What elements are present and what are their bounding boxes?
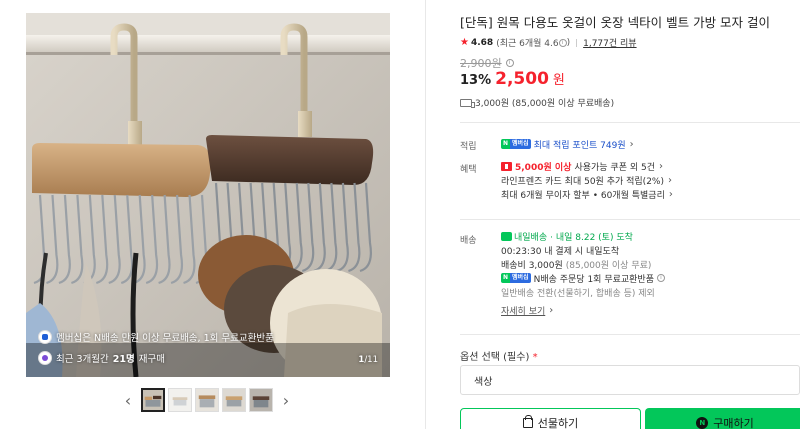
repurchase-suffix: 재구매 (138, 354, 165, 365)
shipping-fee-summary: 3,000원 (85,000원 이상 무료배송) (475, 99, 615, 109)
points-text: 최대 적립 포인트 749원 (533, 140, 626, 151)
repurchase-icon (38, 351, 52, 365)
points-content[interactable]: N 멤버십 최대 적립 포인트 749원 › (501, 137, 634, 151)
membership-promo: 멤버십은 N배송 만원 이상 무료배송, 1회 무료교환반품 (38, 329, 274, 345)
benefits-label: 혜택 (460, 165, 477, 175)
npay-badge-membership: 멤버십 (510, 139, 531, 149)
required-mark: * (532, 352, 538, 363)
discount-rate: 13% (460, 73, 492, 88)
coupon-amount: 5,000원 이상 (515, 162, 572, 173)
delivery-details-text: 자세히 보기 (501, 306, 546, 317)
npay-badge-n: N (501, 139, 511, 149)
thumbnail-4-image (223, 389, 245, 411)
price-info-icon[interactable]: i (505, 59, 514, 67)
npay-icon: N (696, 417, 709, 429)
benefits-content: 5,000원 이상 사용가능 쿠폰 외 5건 › 라인프렌즈 카드 최대 50원… (501, 159, 673, 201)
shipping-row: 3,000원 (85,000원 이상 무료배송) (460, 96, 614, 109)
rating-score: 4.68 (470, 37, 494, 48)
thumbnail-2[interactable] (168, 388, 192, 412)
delivery-content: 내일배송 · 내일 8.22 (토) 도착 00:23:30 내 결제 시 내일… (501, 229, 665, 317)
color-option-select[interactable]: 색상 (460, 365, 800, 395)
chevron-right-icon: › (659, 160, 664, 172)
repurchase-promo: 최근 3개월간 21명 재구매 (38, 350, 165, 366)
product-main-image[interactable]: 멤버십은 N배송 만원 이상 무료배송, 1회 무료교환반품 최근 3개월간 2… (26, 13, 390, 377)
coupon-line[interactable]: 5,000원 이상 사용가능 쿠폰 외 5건 › (501, 159, 673, 173)
option-label-text: 옵션 선택 (필수) (460, 352, 530, 363)
coupon-icon (501, 161, 512, 171)
chevron-right-icon: › (549, 304, 554, 316)
column-divider (425, 0, 426, 429)
chevron-right-icon: › (629, 138, 634, 150)
divider-1 (460, 122, 800, 123)
points-label: 적립 (460, 142, 477, 152)
divider-3 (460, 334, 800, 335)
npay-badge-membership: 멤버십 (510, 273, 531, 283)
chevron-right-icon: › (667, 174, 672, 186)
buy-button-label: 구매하기 (713, 417, 754, 429)
repurchase-prefix: 최근 3개월간 (56, 354, 109, 365)
npay-membership-badge: N 멤버십 (501, 139, 531, 149)
coupon-text: 사용가능 쿠폰 외 5건 (574, 162, 656, 173)
membership-icon (38, 330, 52, 344)
buy-button[interactable]: N 구매하기 (645, 408, 800, 429)
gift-button[interactable]: 선물하기 (460, 408, 641, 429)
rating-row: ★ 4.68 (최근 6개월 4.6 i) 1,777건 리뷰 (460, 36, 637, 49)
card-benefit-line[interactable]: 라인프렌즈 카드 최대 50원 추가 적립(2%) › (501, 173, 673, 187)
review-count-link[interactable]: 1,777건 리뷰 (583, 36, 636, 49)
color-option-value: 색상 (474, 376, 493, 388)
tomorrow-delivery-icon (501, 231, 512, 241)
star-icon: ★ (460, 37, 469, 48)
delivery-fee: 배송비 3,000원 (501, 260, 563, 271)
product-page: 멤버십은 N배송 만원 이상 무료배송, 1회 무료교환반품 최근 3개월간 2… (0, 0, 800, 429)
delivery-label: 배송 (460, 236, 477, 246)
sale-currency: 원 (552, 73, 565, 88)
chevron-right-icon: › (668, 188, 673, 200)
thumbnail-4[interactable] (222, 388, 246, 412)
thumb-prev-button[interactable]: ‹ (118, 387, 138, 413)
repurchase-count: 21명 (112, 354, 135, 365)
truck-icon (460, 98, 475, 108)
image-counter: 1/11 (358, 355, 378, 365)
product-title: [단독] 원목 다용도 옷걸이 옷장 넥타이 벨트 가방 모자 걸이 (460, 15, 771, 30)
thumbnail-strip: ‹ › (118, 387, 296, 413)
thumbnail-3-image (196, 389, 218, 411)
npay-badge-n: N (501, 273, 511, 283)
delivery-details-link[interactable]: 자세히 보기 › (501, 303, 665, 317)
installment-line[interactable]: 최대 6개월 무이자 할부 • 60개월 특별금리 › (501, 187, 673, 201)
rating-separator (576, 38, 578, 47)
order-cutoff-text: 00:23:30 내 결제 시 내일도착 (501, 246, 620, 257)
installment-text: 최대 6개월 무이자 할부 • 60개월 특별금리 (501, 190, 665, 201)
gift-button-label: 선물하기 (537, 417, 579, 429)
thumbnail-5-image (250, 389, 272, 411)
membership-promo-text: 멤버십은 N배송 만원 이상 무료배송, 1회 무료교환반품 (56, 333, 274, 344)
thumbnail-1[interactable] (141, 388, 165, 412)
gift-icon (522, 415, 533, 428)
free-exchange-text: N배송 주문당 1회 무료교환반품 (533, 274, 654, 285)
tomorrow-delivery-text: 내일배송 (514, 232, 548, 243)
tomorrow-delivery-badge: 내일배송 (501, 230, 547, 243)
sale-price: 2,500 (495, 69, 549, 89)
thumbnail-2-image (169, 389, 191, 411)
rating-info-icon[interactable]: i (558, 38, 567, 47)
npay-membership-badge: N 멤버십 (501, 273, 531, 283)
thumbnail-5[interactable] (249, 388, 273, 412)
rating-recent-close: ) (566, 37, 571, 48)
thumbnail-1-image (143, 390, 163, 410)
general-delivery-note: 일반배송 전환(선물하기, 합배송 등) 제외 (501, 288, 655, 299)
rating-recent: (최근 6개월 4.6 (496, 39, 559, 49)
card-benefit-text: 라인프렌즈 카드 최대 50원 추가 적립(2%) (501, 176, 664, 187)
sale-price-row: 13% 2,500 원 (460, 69, 565, 89)
divider-2 (460, 219, 800, 220)
option-label: 옵션 선택 (필수) * (460, 348, 538, 363)
thumb-next-button[interactable]: › (276, 387, 296, 413)
delivery-fee-note: (85,000원 이상 무료) (565, 260, 652, 271)
arrival-date: · 내일 8.22 (토) 도착 (550, 232, 633, 243)
thumbnail-3[interactable] (195, 388, 219, 412)
exchange-info-icon[interactable]: i (657, 274, 665, 282)
hanger-photo (26, 13, 390, 377)
image-counter-total: /11 (364, 355, 378, 365)
